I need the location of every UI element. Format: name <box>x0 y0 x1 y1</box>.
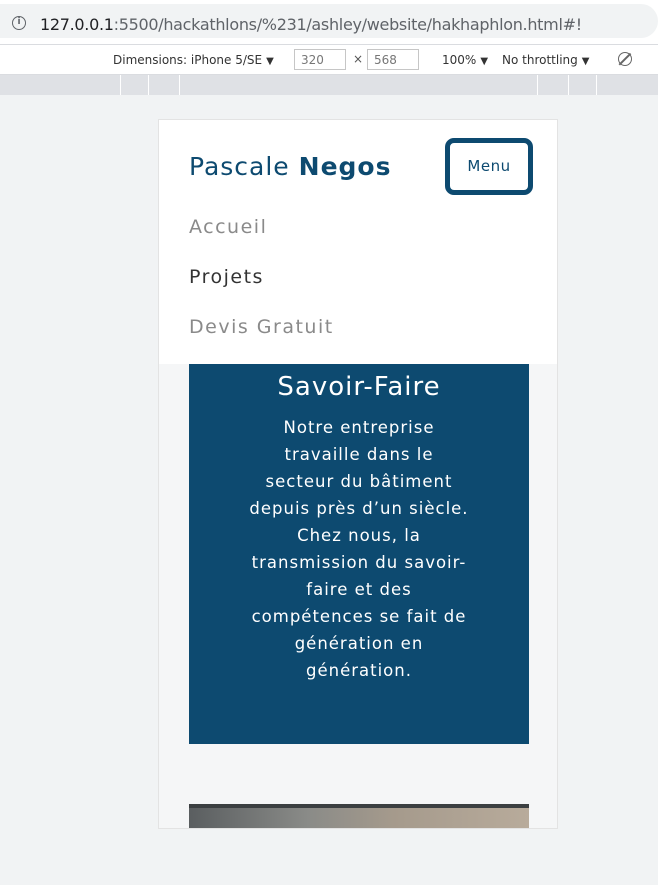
throttling-label: No throttling <box>502 53 578 67</box>
nav-link-accueil[interactable]: Accueil <box>189 216 267 238</box>
section-title: Savoir-Faire <box>277 372 441 402</box>
chevron-down-icon: ▼ <box>581 56 590 67</box>
savoir-faire-section: Savoir-Faire Notre entreprise travaille … <box>189 364 529 744</box>
url-path: :5500/hackathlons/%231/ashley/website/ha… <box>113 15 582 34</box>
section-text: Notre entreprise travaille dans le secte… <box>249 418 469 680</box>
url-host: 127.0.0.1 <box>40 15 114 34</box>
nav-link-projets[interactable]: Projets <box>189 266 264 288</box>
device-select[interactable]: Dimensions: iPhone 5/SE ▼ <box>113 53 274 67</box>
project-photo <box>189 804 529 828</box>
site-header: Pascale Negos Menu Accueil Projets Devis… <box>159 120 557 364</box>
device-label: Dimensions: iPhone 5/SE <box>113 53 263 67</box>
throttling-select[interactable]: No throttling ▼ <box>502 53 589 67</box>
times-separator: × <box>353 52 364 66</box>
rotate-icon[interactable] <box>618 52 632 66</box>
omnibox[interactable]: i 127.0.0.1:5500/hackathlons/%231/ashley… <box>0 4 658 38</box>
zoom-label: 100% <box>442 53 477 67</box>
media-query-ruler[interactable] <box>0 75 658 95</box>
nav-link-devis[interactable]: Devis Gratuit <box>189 316 334 338</box>
brand-first-name: Pascale <box>189 152 290 181</box>
brand-last-name: Negos <box>298 152 392 181</box>
address-bar: i 127.0.0.1:5500/hackathlons/%231/ashley… <box>0 0 658 44</box>
url-text[interactable]: 127.0.0.1:5500/hackathlons/%231/ashley/w… <box>40 15 582 34</box>
device-viewport: Pascale Negos Menu Accueil Projets Devis… <box>158 119 558 829</box>
info-icon[interactable]: i <box>12 16 26 30</box>
zoom-select[interactable]: 100% ▼ <box>442 53 488 67</box>
menu-button[interactable]: Menu <box>445 138 533 195</box>
device-toolbar: Dimensions: iPhone 5/SE ▼ 320 × 568 100% ▼… <box>0 44 658 75</box>
height-input[interactable]: 568 <box>367 49 419 70</box>
site-logo[interactable]: Pascale Negos <box>189 152 392 181</box>
chevron-down-icon: ▼ <box>480 56 489 67</box>
chevron-down-icon: ▼ <box>266 56 274 67</box>
width-input[interactable]: 320 <box>294 49 346 70</box>
